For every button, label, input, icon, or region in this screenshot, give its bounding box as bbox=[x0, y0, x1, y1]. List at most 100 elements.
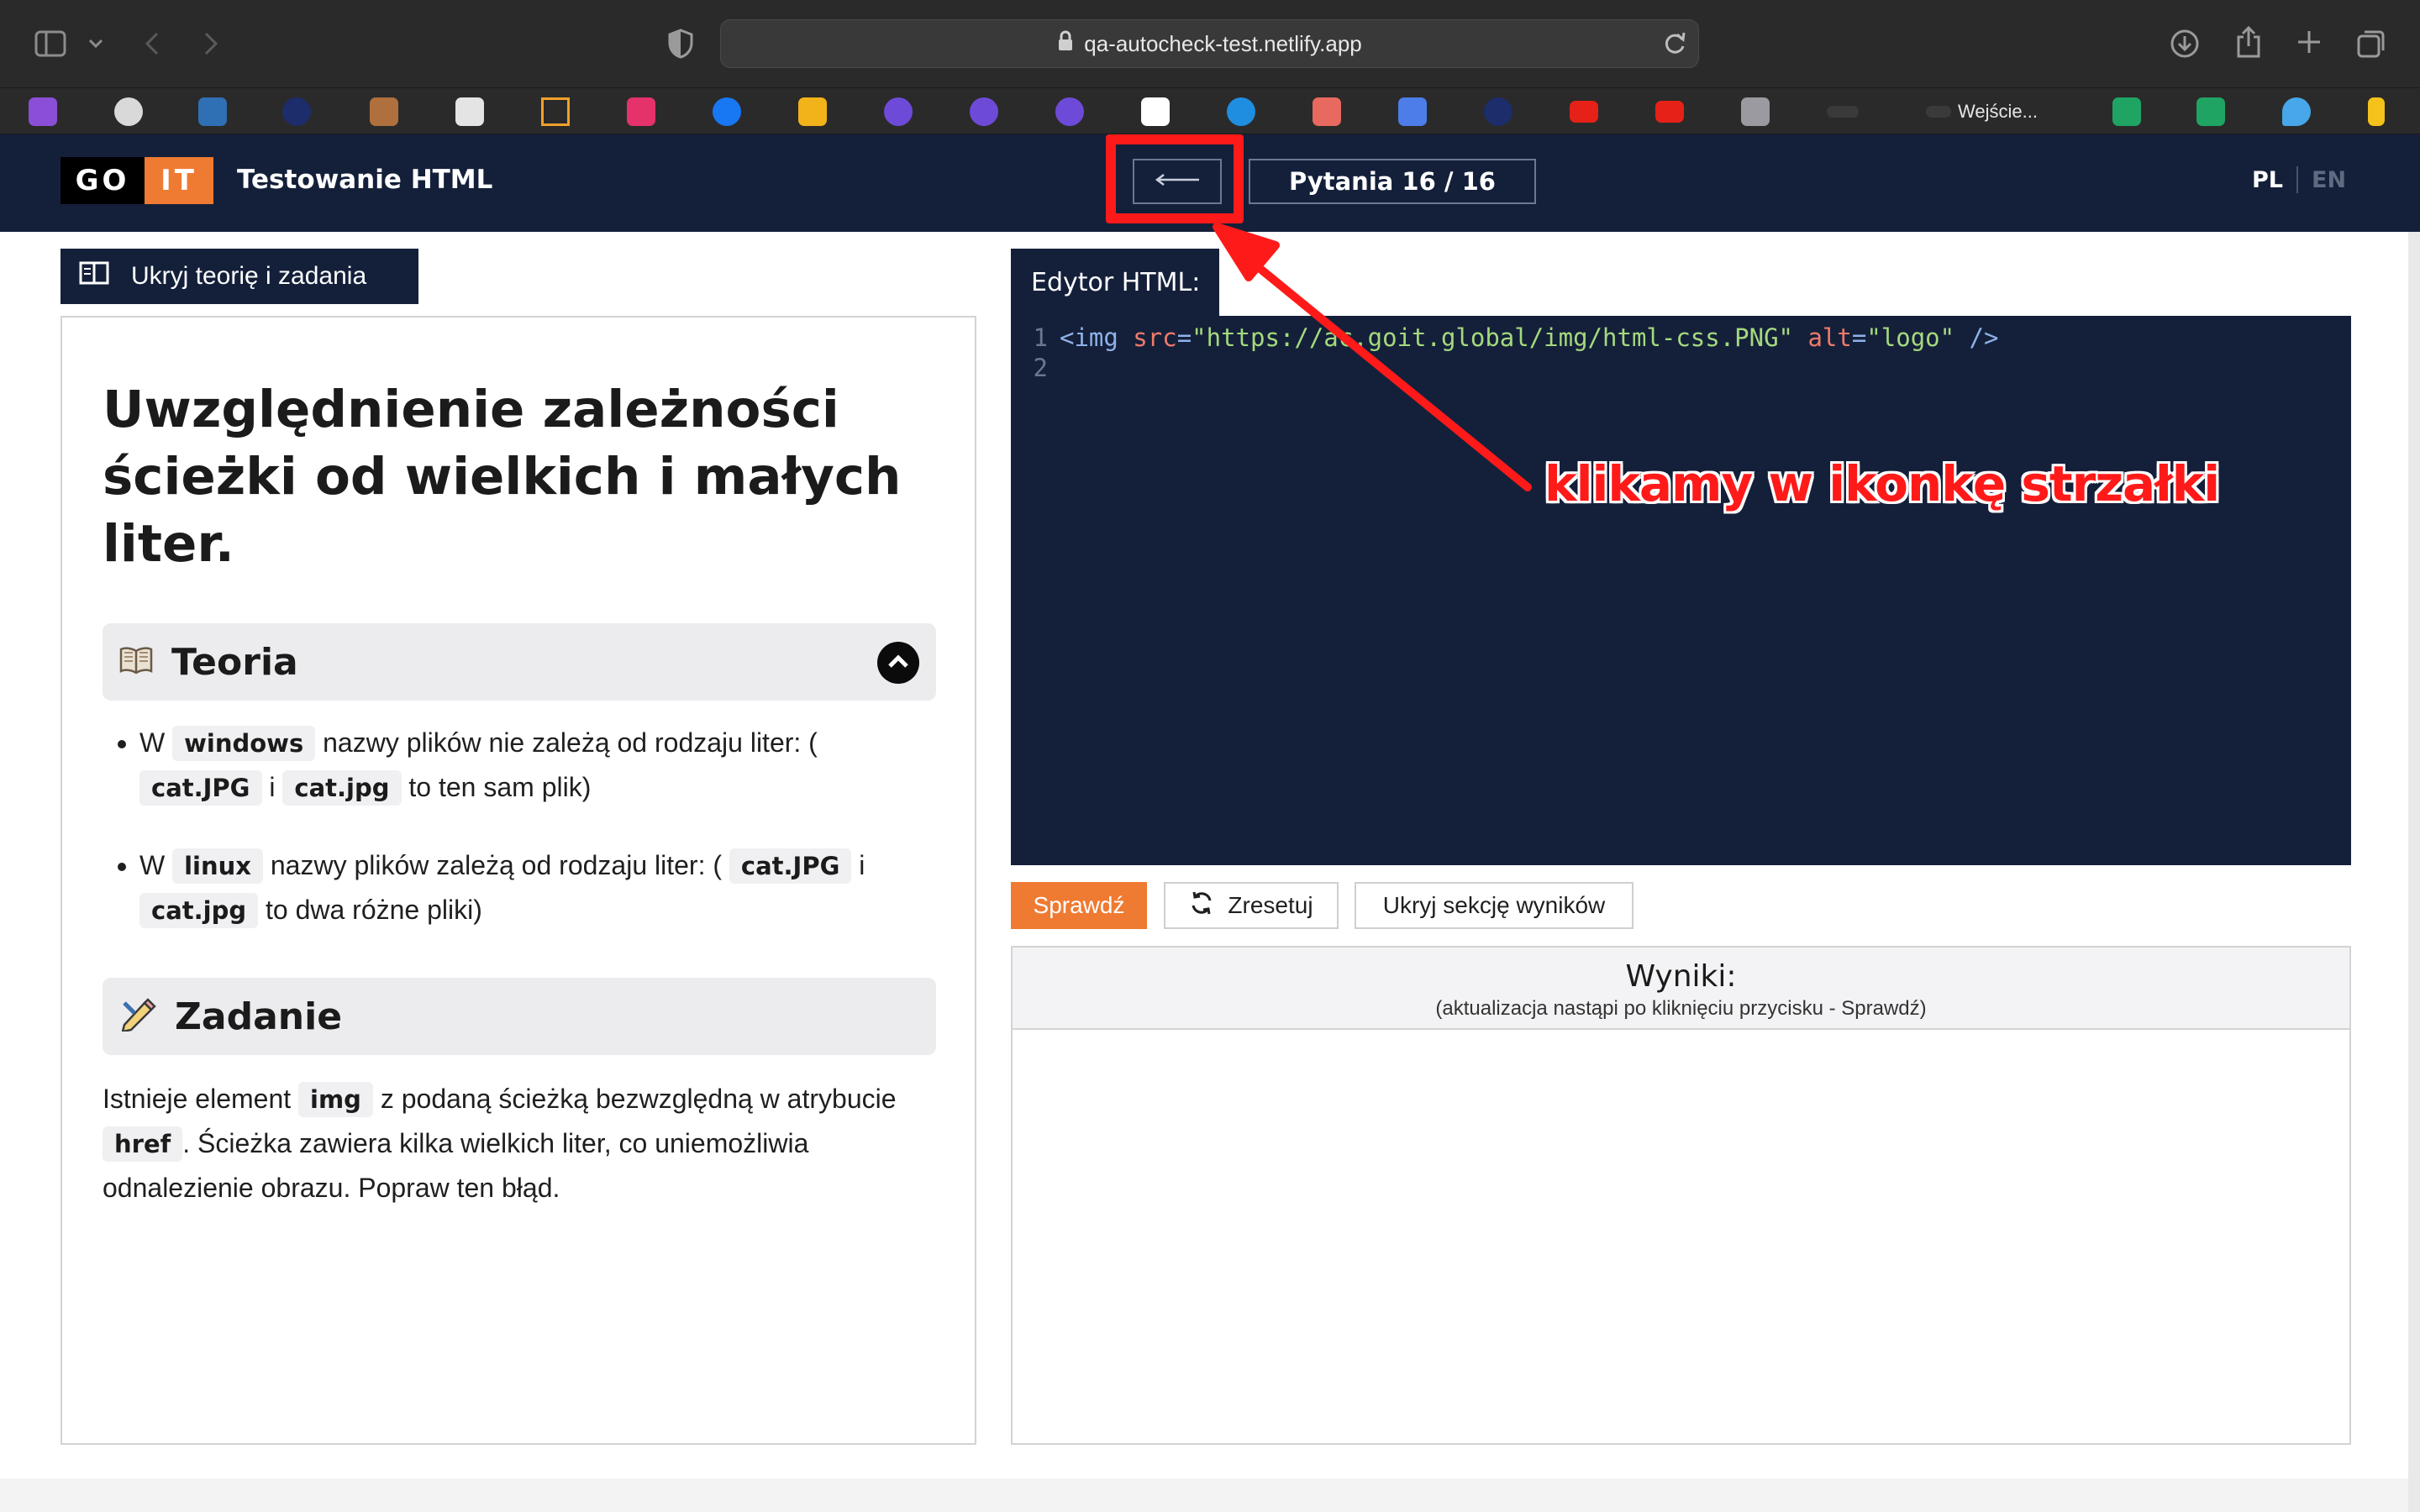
share-icon[interactable] bbox=[2232, 24, 2265, 60]
active-tab-label[interactable]: Wejście... bbox=[1958, 101, 2038, 123]
code-snippet: img bbox=[298, 1082, 373, 1117]
bookmark-tofu-icon[interactable] bbox=[114, 97, 143, 126]
task-panel: Uwzględnienie zależności ścieżki od wiel… bbox=[60, 316, 976, 1445]
reset-button[interactable]: Zresetuj bbox=[1164, 882, 1339, 929]
bookmark-proton-icon[interactable] bbox=[884, 97, 913, 126]
bookmark-drop-icon[interactable] bbox=[2282, 97, 2311, 126]
lang-en[interactable]: EN bbox=[2312, 167, 2346, 193]
questions-counter: Pytania 16 / 16 bbox=[1249, 159, 1536, 204]
bookmark-stack-icon[interactable] bbox=[627, 97, 655, 126]
bookmark-youtube-icon[interactable] bbox=[1570, 101, 1598, 123]
code-snippet: linux bbox=[172, 848, 263, 884]
shield-icon[interactable] bbox=[666, 27, 696, 60]
browser-toolbar: qa-autocheck-test.netlify.app bbox=[0, 0, 2420, 87]
bookmark-sheets-icon[interactable] bbox=[2112, 97, 2141, 126]
code-snippet: cat.JPG bbox=[139, 770, 262, 806]
download-icon[interactable] bbox=[2168, 27, 2202, 60]
task-section-title: Zadanie bbox=[175, 995, 343, 1038]
new-tab-icon[interactable] bbox=[2294, 27, 2324, 57]
code-editor[interactable] bbox=[1011, 316, 2351, 865]
back-icon[interactable] bbox=[139, 29, 165, 59]
page-scrollbar[interactable] bbox=[2408, 232, 2420, 1512]
reset-label: Zresetuj bbox=[1228, 892, 1313, 918]
bookmark-youtube-icon[interactable] bbox=[1655, 101, 1684, 123]
bookmark-linkedin-icon[interactable] bbox=[198, 97, 227, 126]
theory-content: W windows nazwy plików nie zależą od rod… bbox=[103, 721, 943, 966]
theory-item: W linux nazwy plików zależą od rodzaju l… bbox=[139, 843, 943, 932]
text: to ten sam plik) bbox=[408, 772, 592, 802]
editor-tab[interactable]: Edytor HTML: bbox=[1011, 249, 1219, 316]
bookmarks-bar: Wejście... bbox=[0, 87, 2420, 134]
text: . Ścieżka zawiera kilka wielkich liter, … bbox=[103, 1128, 809, 1203]
language-switch: PL EN bbox=[2252, 166, 2346, 193]
footer bbox=[0, 1478, 2420, 1512]
results-header: Wyniki: (aktualizacja nastąpi po kliknię… bbox=[1013, 948, 2349, 1030]
refresh-icon bbox=[1189, 890, 1214, 921]
app-title: Testowanie HTML bbox=[237, 165, 493, 195]
bookmark-mailer-icon[interactable] bbox=[1141, 97, 1170, 126]
bookmark-banner-icon[interactable] bbox=[1827, 106, 1859, 118]
check-button[interactable]: Sprawdź bbox=[1011, 882, 1147, 929]
task-title: Uwzględnienie zależności ścieżki od wiel… bbox=[103, 380, 902, 574]
bookmark-proton-icon[interactable] bbox=[1055, 97, 1084, 126]
code-snippet: windows bbox=[172, 726, 316, 761]
theory-header[interactable]: Teoria bbox=[103, 623, 936, 701]
annotation-label: klikamy w ikonkę strzałki bbox=[1544, 455, 2220, 512]
text: i bbox=[859, 850, 865, 880]
results-panel: Wyniki: (aktualizacja nastąpi po kliknię… bbox=[1011, 946, 2351, 1445]
chevron-down-icon[interactable] bbox=[86, 34, 106, 54]
bookmark-u-icon[interactable] bbox=[1227, 97, 1255, 126]
book-layout-icon bbox=[79, 261, 109, 291]
bookmark-star-icon[interactable] bbox=[798, 97, 827, 126]
reload-icon[interactable] bbox=[1663, 30, 1686, 61]
bookmark-p-icon[interactable] bbox=[1484, 97, 1512, 126]
code-token: "logo" bbox=[1866, 323, 1955, 352]
code-token: = bbox=[1851, 323, 1867, 352]
bookmark-triangle-icon[interactable] bbox=[541, 97, 570, 126]
tab-favicon-icon[interactable] bbox=[1926, 106, 1951, 118]
text: W bbox=[139, 727, 166, 758]
code-token: src bbox=[1118, 323, 1177, 352]
code-token: alt bbox=[1793, 323, 1852, 352]
bookmark-t-icon[interactable] bbox=[1741, 97, 1770, 126]
results-title: Wyniki: bbox=[1625, 959, 1737, 994]
code-token: = bbox=[1176, 323, 1192, 352]
lang-divider bbox=[2296, 166, 2298, 193]
bookmark-proton-icon[interactable] bbox=[970, 97, 998, 126]
sidebar-toggle-icon[interactable] bbox=[34, 29, 67, 59]
bookmark-image-icon[interactable] bbox=[370, 97, 398, 126]
logo[interactable]: GO bbox=[60, 157, 145, 204]
collapse-theory-button[interactable] bbox=[877, 642, 919, 684]
tab-overview-icon[interactable] bbox=[2354, 27, 2388, 60]
bookmark-translate-icon[interactable] bbox=[1398, 97, 1427, 126]
forward-icon[interactable] bbox=[198, 29, 224, 59]
text: Istnieje element bbox=[103, 1084, 292, 1114]
theory-item: W windows nazwy plików nie zależą od rod… bbox=[139, 721, 943, 810]
lang-pl[interactable]: PL bbox=[2252, 167, 2283, 193]
chevron-up-icon bbox=[887, 654, 909, 672]
code-line-1[interactable]: 1 <img src = "https://ac.goit.global/img/h… bbox=[1011, 321, 1999, 354]
code-snippet: cat.JPG bbox=[729, 848, 852, 884]
book-icon bbox=[119, 646, 153, 678]
text: z podaną ścieżką bezwzględną w atrybucie bbox=[380, 1084, 897, 1114]
toggle-theory-button[interactable]: Ukryj teorię i zadania bbox=[60, 249, 418, 304]
bookmark-facebook-icon[interactable] bbox=[713, 97, 741, 126]
lock-icon bbox=[1057, 30, 1074, 58]
bookmark-onion-icon[interactable] bbox=[29, 97, 57, 126]
bookmark-tablet-icon[interactable] bbox=[455, 97, 484, 126]
hide-results-button[interactable]: Ukryj sekcję wyników bbox=[1355, 882, 1634, 929]
results-note: (aktualizacja nastąpi po kliknięciu przy… bbox=[1435, 997, 1927, 1020]
bookmark-bolt-icon[interactable] bbox=[2368, 97, 2385, 126]
task-header: Zadanie bbox=[103, 978, 936, 1055]
url-text: qa-autocheck-test.netlify.app bbox=[1084, 30, 1362, 56]
logo-accent[interactable]: IT bbox=[145, 157, 213, 204]
line-number: 1 bbox=[1033, 323, 1048, 352]
line-number: 2 bbox=[1033, 354, 1048, 382]
code-token: "https://ac.goit.global/img/html-css.PNG… bbox=[1192, 323, 1793, 352]
bookmark-p-icon[interactable] bbox=[282, 97, 311, 126]
address-bar[interactable]: qa-autocheck-test.netlify.app bbox=[720, 19, 1699, 68]
bookmark-sheets-icon[interactable] bbox=[2196, 97, 2225, 126]
code-snippet: cat.jpg bbox=[139, 893, 259, 928]
code-line-2[interactable]: 2 bbox=[1011, 351, 1060, 385]
bookmark-openai-icon[interactable] bbox=[1313, 97, 1341, 126]
